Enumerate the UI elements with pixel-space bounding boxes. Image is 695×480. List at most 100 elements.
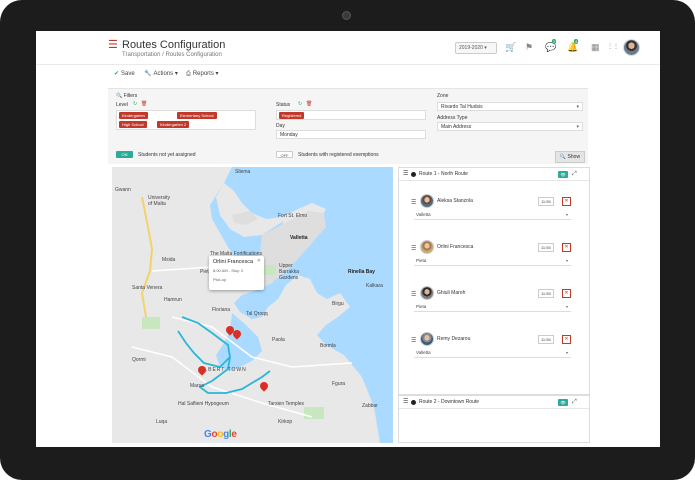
flag-icon[interactable]: ⚑	[525, 42, 533, 52]
level-multiselect[interactable]: Kindergarten Elementary School High Scho…	[116, 110, 256, 130]
more-icon[interactable]: ⋮⋮	[607, 42, 619, 52]
school-year-value: 2019-2020	[459, 45, 483, 51]
zone-label: Zone	[437, 93, 449, 99]
filters-heading[interactable]: 🔍 Filters	[116, 93, 137, 99]
breadcrumb[interactable]: Transportation / Routes Configuration	[122, 52, 222, 58]
level-chip-elementary[interactable]: Elementary School	[177, 112, 217, 119]
map-label-bormla: Bormla	[320, 343, 336, 349]
route-panel-header: ☰ Route 2 - Downtown Route 👁 ⤢	[399, 396, 589, 409]
address-type-value: Main Address	[441, 124, 472, 130]
route-map[interactable]: Gwann University of Malta Sliema Fort St…	[112, 167, 393, 443]
stop-location-select[interactable]: Pieta ▾	[414, 303, 571, 312]
stop-location-select[interactable]: Valletta ▾	[414, 349, 571, 358]
chevron-down-icon: ▾	[565, 212, 568, 217]
level-chip-kindergarten-2[interactable]: Kindergarten 2	[157, 121, 190, 128]
header-controls: 2019-2020 ▾ 🛒 ⚑ 💬 2 🔔 4 ▦ ⋮⋮	[455, 39, 660, 57]
exemptions-toggle[interactable]: OFF	[276, 151, 293, 158]
drag-menu-icon[interactable]: ☰	[403, 399, 408, 405]
day-value: Monday	[280, 132, 298, 138]
student-avatar	[420, 286, 434, 300]
save-label: Save	[121, 71, 135, 77]
park-green-2	[142, 317, 160, 329]
remove-stop-icon[interactable]: ✕	[562, 335, 571, 344]
status-chip-registered[interactable]: Registered	[279, 112, 305, 119]
route-title: Route 1 - North Route	[419, 171, 468, 177]
address-type-select[interactable]: Main Address ▾	[437, 122, 583, 131]
route-panel-2: ☰ Route 2 - Downtown Route 👁 ⤢	[398, 395, 590, 443]
main-road-yellow	[140, 196, 154, 318]
trash-icon[interactable]: 🗑	[141, 102, 147, 107]
drag-menu-icon[interactable]: ☰	[403, 171, 408, 177]
day-label: Day	[276, 123, 285, 129]
reports-label: Reports	[192, 71, 214, 77]
map-label-kalkara: Kalkara	[366, 283, 383, 289]
route-stop: ☰ Orlini Francesca 11:55 ✕ Pieta ▾	[411, 240, 577, 280]
unassigned-toggle-label: Students not yet assigned	[138, 152, 196, 158]
zone-select[interactable]: Rivardo Tal Hudsis ▾	[437, 102, 583, 111]
drag-handle-icon[interactable]: ☰	[411, 338, 416, 344]
status-refresh-icon[interactable]: ↻	[298, 102, 302, 107]
close-icon[interactable]: ✕	[257, 258, 261, 264]
stop-time-input[interactable]: 11:55	[538, 197, 554, 206]
user-avatar[interactable]	[623, 39, 640, 56]
page-title: Routes Configuration	[122, 39, 226, 51]
stop-location-value: Pieta	[416, 304, 427, 309]
remove-stop-icon[interactable]: ✕	[562, 289, 571, 298]
school-year-select[interactable]: 2019-2020 ▾	[455, 42, 497, 54]
map-label-university: University of Malta	[148, 195, 170, 207]
level-chip-kindergarten[interactable]: Kindergarten	[119, 112, 148, 119]
student-name: Ghiuli Maroh	[437, 290, 466, 296]
expand-icon[interactable]: ⤢	[572, 399, 577, 405]
stop-location-select[interactable]: Pieta ▾	[414, 257, 571, 266]
student-avatar	[420, 332, 434, 346]
unassigned-toggle[interactable]: ON	[116, 151, 133, 158]
map-label-msida: Msida	[162, 257, 176, 263]
map-label-valletta: Valletta	[290, 235, 308, 241]
drag-handle-icon[interactable]: ☰	[411, 292, 416, 298]
sea-water	[224, 167, 393, 443]
cart-icon[interactable]: 🛒	[505, 42, 516, 52]
map-label-tal-qroqq: Tal Qroqq	[246, 311, 268, 317]
map-label-zabbar: Zabbar	[362, 403, 378, 409]
eye-icon[interactable]: 👁	[558, 171, 568, 178]
show-label: Show	[567, 154, 581, 160]
level-chip-high-school[interactable]: High School	[119, 121, 147, 128]
refresh-icon[interactable]: ↻	[133, 102, 137, 107]
hamburger-menu-icon[interactable]: ☰	[108, 40, 118, 51]
student-avatar	[420, 240, 434, 254]
stop-location-select[interactable]: Valletta ▾	[414, 211, 571, 220]
info-line-2: Pick-up	[213, 277, 227, 282]
stop-time-input[interactable]: 11:55	[538, 289, 554, 298]
info-student-name: Orlini Francesca	[213, 259, 254, 265]
print-icon: ⎙	[186, 71, 191, 77]
chevron-down-icon: ▾	[565, 304, 568, 309]
map-label-sliema: Sliema	[235, 169, 251, 175]
save-button[interactable]: ✔ Save	[114, 70, 135, 78]
stop-location-value: Pieta	[416, 258, 427, 263]
route-stop: ☰ Aleksa Stanzola 11:55 ✕ Valletta ▾	[411, 194, 577, 234]
status-trash-icon[interactable]: 🗑	[306, 102, 312, 107]
map-label-santa-venera: Santa Venera	[132, 285, 163, 291]
reports-dropdown-button[interactable]: ⎙ Reports ▾	[186, 70, 219, 78]
expand-icon[interactable]: ⤢	[572, 171, 577, 177]
level-label: Level	[116, 102, 128, 108]
day-select[interactable]: Monday	[276, 130, 426, 139]
eye-icon[interactable]: 👁	[558, 399, 568, 406]
stop-time-input[interactable]: 11:55	[538, 335, 554, 344]
filters-heading-label: Filters	[123, 93, 138, 99]
chevron-down-icon: ▾	[576, 104, 579, 110]
stop-time-input[interactable]: 11:55	[538, 243, 554, 252]
grid-icon[interactable]: ▦	[591, 42, 600, 52]
remove-stop-icon[interactable]: ✕	[562, 243, 571, 252]
status-multiselect[interactable]: Registered	[276, 110, 426, 120]
map-label-kirkop: Kirkop	[278, 419, 293, 425]
drag-handle-icon[interactable]: ☰	[411, 246, 416, 252]
map-label-fort: Fort St. Elmo	[278, 213, 308, 219]
remove-stop-icon[interactable]: ✕	[562, 197, 571, 206]
drag-handle-icon[interactable]: ☰	[411, 200, 416, 206]
actions-dropdown-button[interactable]: 🔧 Actions ▾	[144, 70, 178, 78]
route-panel-header: ☰ Route 1 - North Route 👁 ⤢	[399, 168, 589, 181]
park-green-3	[304, 407, 324, 419]
show-button[interactable]: 🔍 Show	[555, 151, 585, 163]
stop-location-value: Valletta	[416, 350, 431, 355]
